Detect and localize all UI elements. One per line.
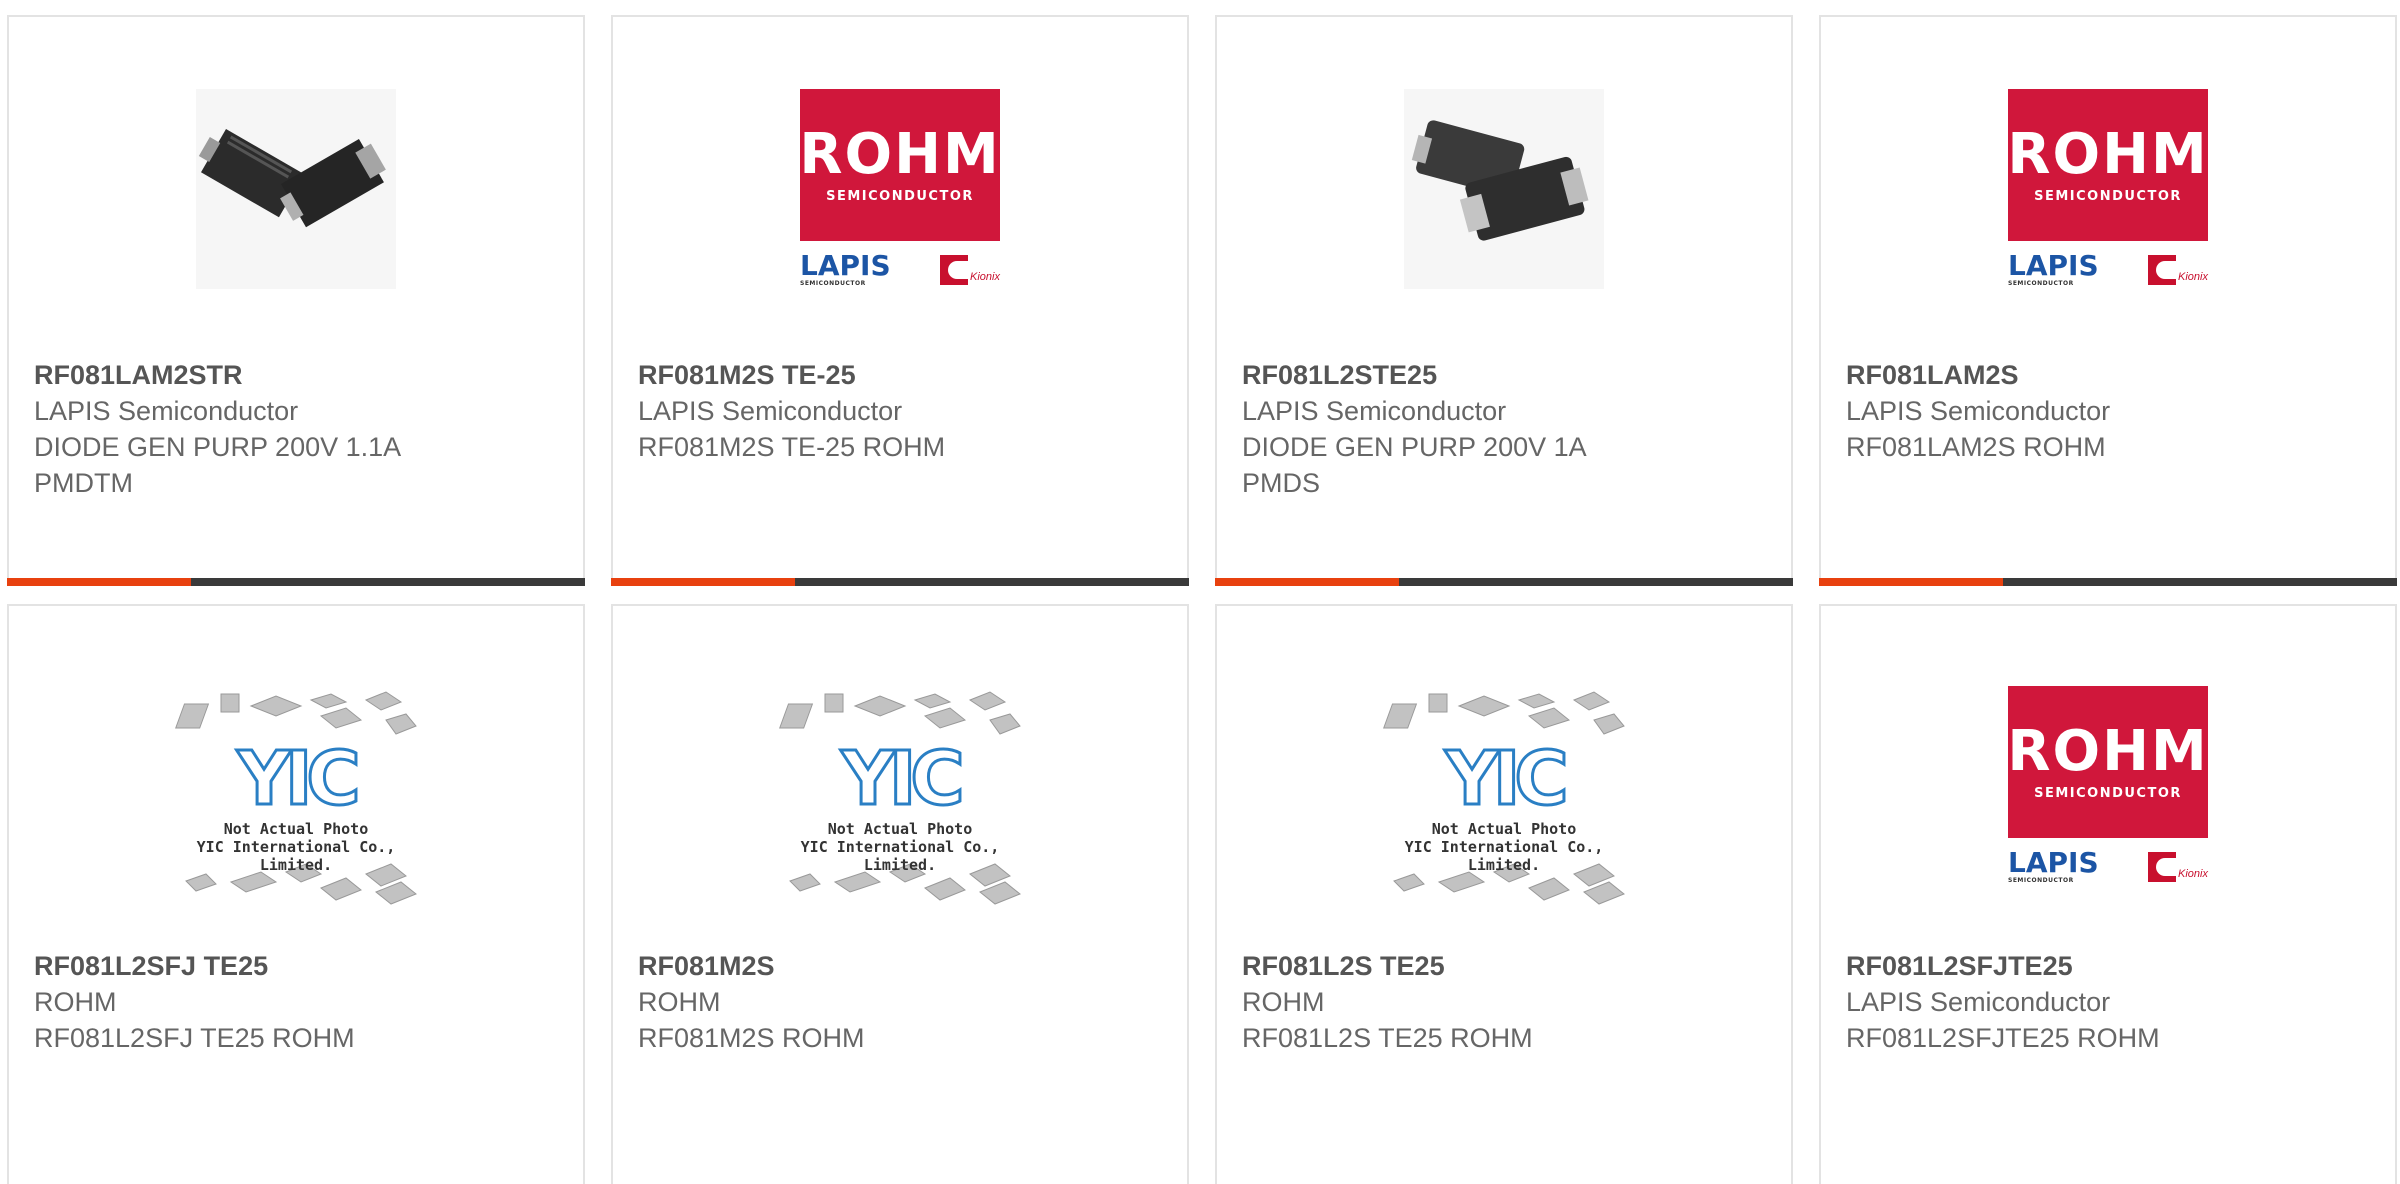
kionix-logo: Kionix [2148,852,2208,882]
manufacturer: LAPIS Semiconductor [1846,987,2111,1017]
rohm-word: ROHM [2007,718,2209,784]
product-image[interactable]: YIC Not Actual Photo YIC International Co… [9,686,583,916]
product-card[interactable]: ROHM SEMICONDUCTOR LAPIS SEMICONDUCTOR Ki… [611,15,1189,586]
rohm-logo: ROHM SEMICONDUCTOR LAPIS SEMICONDUCTOR Ki… [2007,686,2209,916]
placeholder-image: YIC Not Actual Photo YIC International Co… [1369,686,1639,916]
part-number[interactable]: RF081L2SFJ TE25 [34,948,563,984]
manufacturer: ROHM [638,987,721,1017]
product-image[interactable]: ROHM SEMICONDUCTOR LAPIS SEMICONDUCTOR Ki… [1821,686,2395,916]
manufacturer: ROHM [1242,987,1325,1017]
placeholder-image: YIC Not Actual Photo YIC International Co… [765,686,1035,916]
yic-brand: YIC [840,736,966,822]
part-number[interactable]: RF081M2S [638,948,1167,984]
manufacturer: ROHM [34,987,117,1017]
diode-photo-icon [1404,89,1604,289]
placeholder-image: YIC Not Actual Photo YIC International Co… [161,686,431,916]
part-number[interactable]: RF081L2S TE25 [1242,948,1771,984]
card-bar-accent [1819,578,2003,586]
product-image[interactable]: ROHM SEMICONDUCTOR LAPIS SEMICONDUCTOR Ki… [613,89,1187,309]
kionix-icon [940,255,969,285]
product-card[interactable]: YIC Not Actual Photo YIC International Co… [611,604,1189,1184]
product-image[interactable]: YIC Not Actual Photo YIC International Co… [613,686,1187,916]
rohm-sub: SEMICONDUCTOR [2034,188,2182,204]
lapis-logo: LAPIS SEMICONDUCTOR [2008,846,2099,885]
kionix-logo: Kionix [2148,255,2208,285]
card-bar-accent [7,578,191,586]
lapis-logo: LAPIS SEMICONDUCTOR [800,249,891,288]
diode-photo-icon [196,89,396,289]
lapis-logo: LAPIS SEMICONDUCTOR [2008,249,2099,288]
description: RF081L2S TE25 ROHM [1242,1023,1533,1053]
rohm-logo: ROHM SEMICONDUCTOR LAPIS SEMICONDUCTOR Ki… [799,89,1001,309]
description: RF081M2S ROHM [638,1023,865,1053]
kionix-icon [2148,255,2177,285]
rohm-logo: ROHM SEMICONDUCTOR LAPIS SEMICONDUCTOR Ki… [2007,89,2209,309]
partner-logos: LAPIS SEMICONDUCTOR Kionix [2008,251,2208,289]
not-actual-photo: Not Actual Photo YIC International Co., L… [1404,820,1604,874]
product-card[interactable]: RF081LAM2STR LAPIS Semiconductor DIODE G… [7,15,585,586]
product-card[interactable]: YIC Not Actual Photo YIC International Co… [7,604,585,1184]
rohm-sub: SEMICONDUCTOR [2034,785,2182,801]
card-bar-accent [1215,578,1399,586]
card-bar [1215,578,1793,586]
yic-brand: YIC [1444,736,1570,822]
rohm-word: ROHM [799,121,1001,187]
not-actual-photo: Not Actual Photo YIC International Co., L… [800,820,1000,874]
product-image[interactable]: YIC Not Actual Photo YIC International Co… [1217,686,1791,916]
part-number[interactable]: RF081L2STE25 [1242,357,1771,393]
description: DIODE GEN PURP 200V 1A PMDS [1242,432,1587,498]
product-card[interactable]: RF081L2STE25 LAPIS Semiconductor DIODE G… [1215,15,1793,586]
part-number[interactable]: RF081M2S TE-25 [638,357,1167,393]
rohm-logo-box: ROHM SEMICONDUCTOR [799,89,1001,241]
part-number[interactable]: RF081LAM2S [1846,357,2375,393]
description: RF081L2SFJ TE25 ROHM [34,1023,355,1053]
product-card[interactable]: YIC Not Actual Photo YIC International Co… [1215,604,1793,1184]
part-number[interactable]: RF081L2SFJTE25 [1846,948,2375,984]
rohm-sub: SEMICONDUCTOR [826,188,974,204]
manufacturer: LAPIS Semiconductor [638,396,903,426]
not-actual-photo: Not Actual Photo YIC International Co., L… [196,820,396,874]
product-image[interactable]: ROHM SEMICONDUCTOR LAPIS SEMICONDUCTOR Ki… [1821,89,2395,309]
description: DIODE GEN PURP 200V 1.1A PMDTM [34,432,402,498]
description: RF081L2SFJTE25 ROHM [1846,1023,2160,1053]
partner-logos: LAPIS SEMICONDUCTOR Kionix [800,251,1000,289]
kionix-icon [2148,852,2177,882]
rohm-logo-box: ROHM SEMICONDUCTOR [2007,89,2209,241]
card-bar [7,578,585,586]
card-bar [611,578,1189,586]
rohm-word: ROHM [2007,121,2209,187]
part-number[interactable]: RF081LAM2STR [34,357,563,393]
partner-logos: LAPIS SEMICONDUCTOR Kionix [2008,848,2208,886]
manufacturer: LAPIS Semiconductor [1846,396,2111,426]
product-image[interactable] [1217,89,1791,309]
product-card[interactable]: ROHM SEMICONDUCTOR LAPIS SEMICONDUCTOR Ki… [1819,15,2397,586]
description: RF081M2S TE-25 ROHM [638,432,946,462]
manufacturer: LAPIS Semiconductor [1242,396,1507,426]
product-image[interactable] [9,89,583,309]
description: RF081LAM2S ROHM [1846,432,2106,462]
kionix-logo: Kionix [940,255,1000,285]
card-bar-accent [611,578,795,586]
card-bar [1819,578,2397,586]
manufacturer: LAPIS Semiconductor [34,396,299,426]
yic-brand: YIC [236,736,362,822]
product-card[interactable]: ROHM SEMICONDUCTOR LAPIS SEMICONDUCTOR Ki… [1819,604,2397,1184]
rohm-logo-box: ROHM SEMICONDUCTOR [2007,686,2209,838]
